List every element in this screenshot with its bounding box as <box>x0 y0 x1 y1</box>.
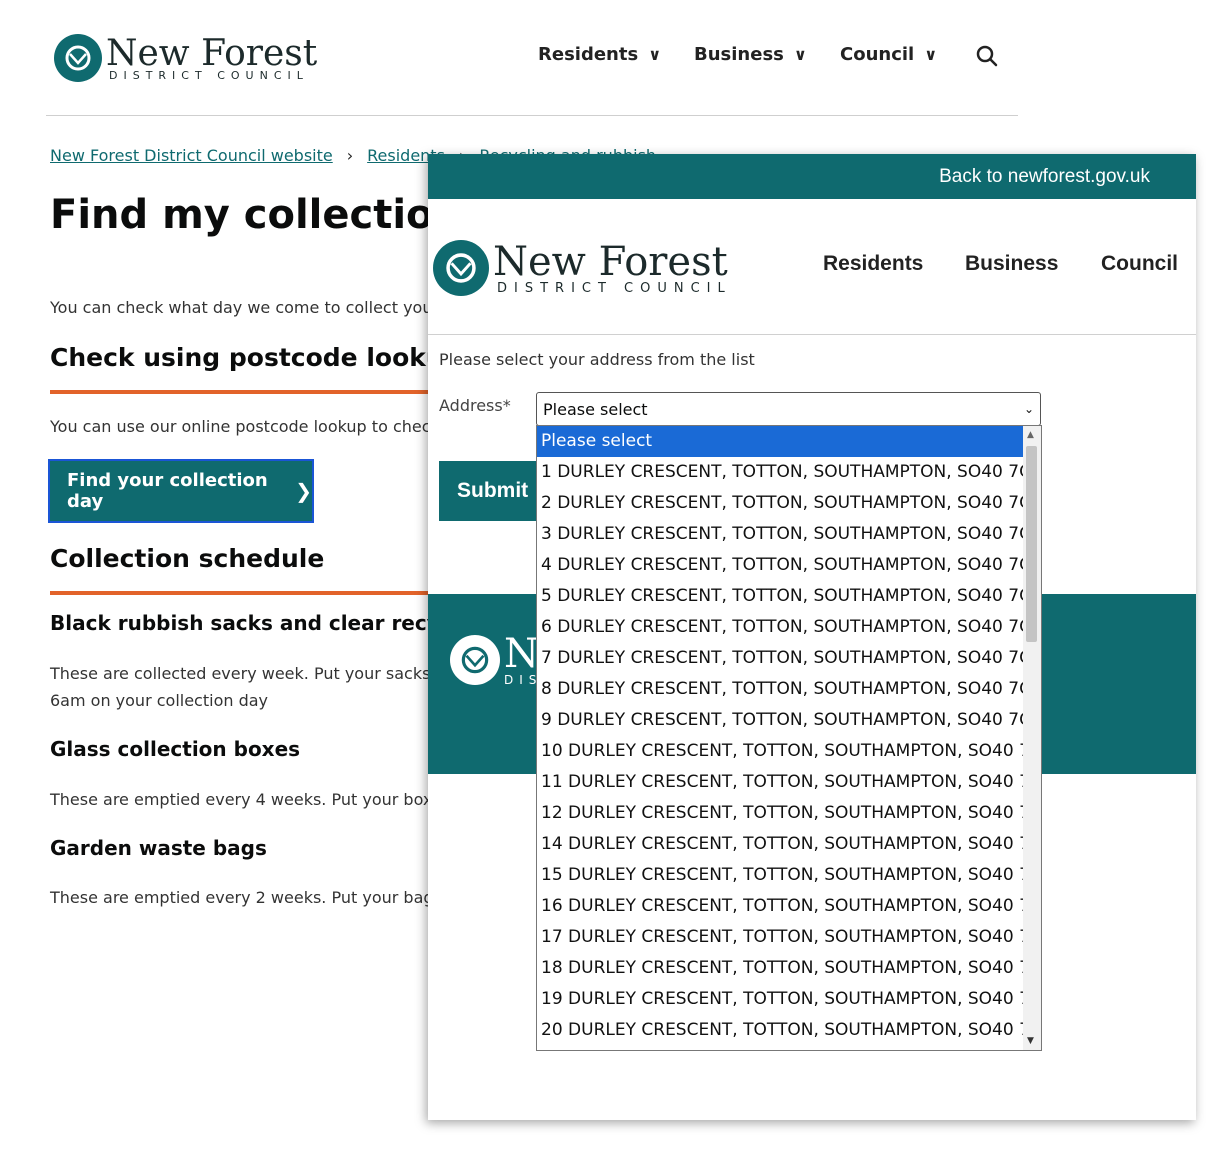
garden-heading: Garden waste bags <box>50 836 267 860</box>
logo-subtitle: DISTRICT COUNCIL <box>109 68 309 82</box>
black-sacks-text: 6am on your collection day <box>50 691 269 710</box>
nav-council-label: Council <box>840 44 915 65</box>
logo-wordmark: New Forest <box>493 238 728 285</box>
address-option[interactable]: 11 DURLEY CRESCENT, TOTTON, SOUTHAMPTON,… <box>537 767 1023 798</box>
site-logo[interactable]: New Forest DISTRICT COUNCIL <box>433 240 732 296</box>
address-select[interactable]: Please select ⌄ <box>536 392 1041 426</box>
address-option[interactable]: 18 DURLEY CRESCENT, TOTTON, SOUTHAMPTON,… <box>537 953 1023 984</box>
chevron-down-icon: ∨ <box>793 45 807 64</box>
scroll-up-arrow-icon[interactable]: ▲ <box>1027 430 1034 440</box>
glass-heading: Glass collection boxes <box>50 737 301 761</box>
top-bar: Back to newforest.gov.uk <box>428 154 1196 199</box>
council-crest-icon <box>450 635 500 685</box>
nav-business[interactable]: Business <box>965 252 1058 276</box>
chevron-down-icon: ∨ <box>648 45 662 64</box>
check-heading: Check using postcode lookup <box>50 343 462 372</box>
nav-residents-label: Residents <box>538 44 639 65</box>
address-option[interactable]: 9 DURLEY CRESCENT, TOTTON, SOUTHAMPTON, … <box>537 705 1023 736</box>
nav-residents[interactable]: Residents <box>823 252 923 276</box>
address-select-value: Please select <box>543 399 648 419</box>
heading-underline <box>50 591 430 595</box>
header-divider <box>46 115 1018 116</box>
address-option[interactable]: 7 DURLEY CRESCENT, TOTTON, SOUTHAMPTON, … <box>537 643 1023 674</box>
chevron-down-icon: ∨ <box>924 45 938 64</box>
garden-text: These are emptied every 2 weeks. Put you… <box>50 888 465 907</box>
nav-business-label: Business <box>694 44 784 65</box>
address-option[interactable]: 15 DURLEY CRESCENT, TOTTON, SOUTHAMPTON,… <box>537 860 1023 891</box>
black-sacks-text: These are collected every week. Put your… <box>50 664 487 683</box>
submit-button[interactable]: Submit <box>439 461 539 521</box>
address-option[interactable]: 16 DURLEY CRESCENT, TOTTON, SOUTHAMPTON,… <box>537 891 1023 922</box>
back-to-site-link[interactable]: Back to newforest.gov.uk <box>939 166 1150 188</box>
chevron-down-icon: ⌄ <box>1023 402 1034 416</box>
address-options: Please select 1 DURLEY CRESCENT, TOTTON, … <box>537 426 1023 1046</box>
address-option[interactable]: 20 DURLEY CRESCENT, TOTTON, SOUTHAMPTON,… <box>537 1015 1023 1046</box>
council-crest-icon <box>54 34 102 82</box>
breadcrumb-home-link[interactable]: New Forest District Council website <box>50 146 333 165</box>
address-option[interactable]: 2 DURLEY CRESCENT, TOTTON, SOUTHAMPTON, … <box>537 488 1023 519</box>
logo-wordmark: New Forest <box>106 32 318 74</box>
scroll-down-arrow-icon[interactable]: ▼ <box>1027 1036 1034 1046</box>
nav-business[interactable]: Business ∨ <box>694 44 807 65</box>
heading-underline <box>50 390 430 394</box>
address-option[interactable]: 17 DURLEY CRESCENT, TOTTON, SOUTHAMPTON,… <box>537 922 1023 953</box>
glass-text: These are emptied every 4 weeks. Put you… <box>50 790 464 809</box>
address-option[interactable]: 10 DURLEY CRESCENT, TOTTON, SOUTHAMPTON,… <box>537 736 1023 767</box>
address-option[interactable]: 4 DURLEY CRESCENT, TOTTON, SOUTHAMPTON, … <box>537 550 1023 581</box>
address-instruction: Please select your address from the list <box>439 350 755 369</box>
nav-council[interactable]: Council ∨ <box>840 44 937 65</box>
nav-council[interactable]: Council <box>1101 252 1178 276</box>
address-dropdown-list[interactable]: Please select 1 DURLEY CRESCENT, TOTTON, … <box>536 425 1042 1051</box>
search-icon[interactable] <box>975 44 999 68</box>
address-option[interactable]: 8 DURLEY CRESCENT, TOTTON, SOUTHAMPTON, … <box>537 674 1023 705</box>
site-logo[interactable]: New Forest DISTRICT COUNCIL <box>54 34 317 82</box>
chevron-right-icon: ❯ <box>295 479 312 503</box>
find-collection-day-button[interactable]: Find your collection day ❯ <box>48 459 314 523</box>
address-option[interactable]: 5 DURLEY CRESCENT, TOTTON, SOUTHAMPTON, … <box>537 581 1023 612</box>
scrollbar[interactable]: ▲ ▼ <box>1023 426 1041 1050</box>
header-divider <box>428 334 1196 335</box>
nav-residents[interactable]: Residents ∨ <box>538 44 661 65</box>
address-option[interactable]: 1 DURLEY CRESCENT, TOTTON, SOUTHAMPTON, … <box>537 457 1023 488</box>
address-option[interactable]: 19 DURLEY CRESCENT, TOTTON, SOUTHAMPTON,… <box>537 984 1023 1015</box>
council-crest-icon <box>433 240 489 296</box>
address-option[interactable]: 12 DURLEY CRESCENT, TOTTON, SOUTHAMPTON,… <box>537 798 1023 829</box>
find-button-label: Find your collection day <box>67 470 268 512</box>
logo-subtitle: DISTRICT COUNCIL <box>497 280 732 296</box>
scroll-thumb[interactable] <box>1026 446 1037 642</box>
address-label: Address* <box>439 396 511 415</box>
option-placeholder[interactable]: Please select <box>537 426 1023 457</box>
address-option[interactable]: 14 DURLEY CRESCENT, TOTTON, SOUTHAMPTON,… <box>537 829 1023 860</box>
breadcrumb-separator-icon: › <box>346 146 354 165</box>
address-option[interactable]: 6 DURLEY CRESCENT, TOTTON, SOUTHAMPTON, … <box>537 612 1023 643</box>
address-option[interactable]: 3 DURLEY CRESCENT, TOTTON, SOUTHAMPTON, … <box>537 519 1023 550</box>
schedule-heading: Collection schedule <box>50 544 325 573</box>
